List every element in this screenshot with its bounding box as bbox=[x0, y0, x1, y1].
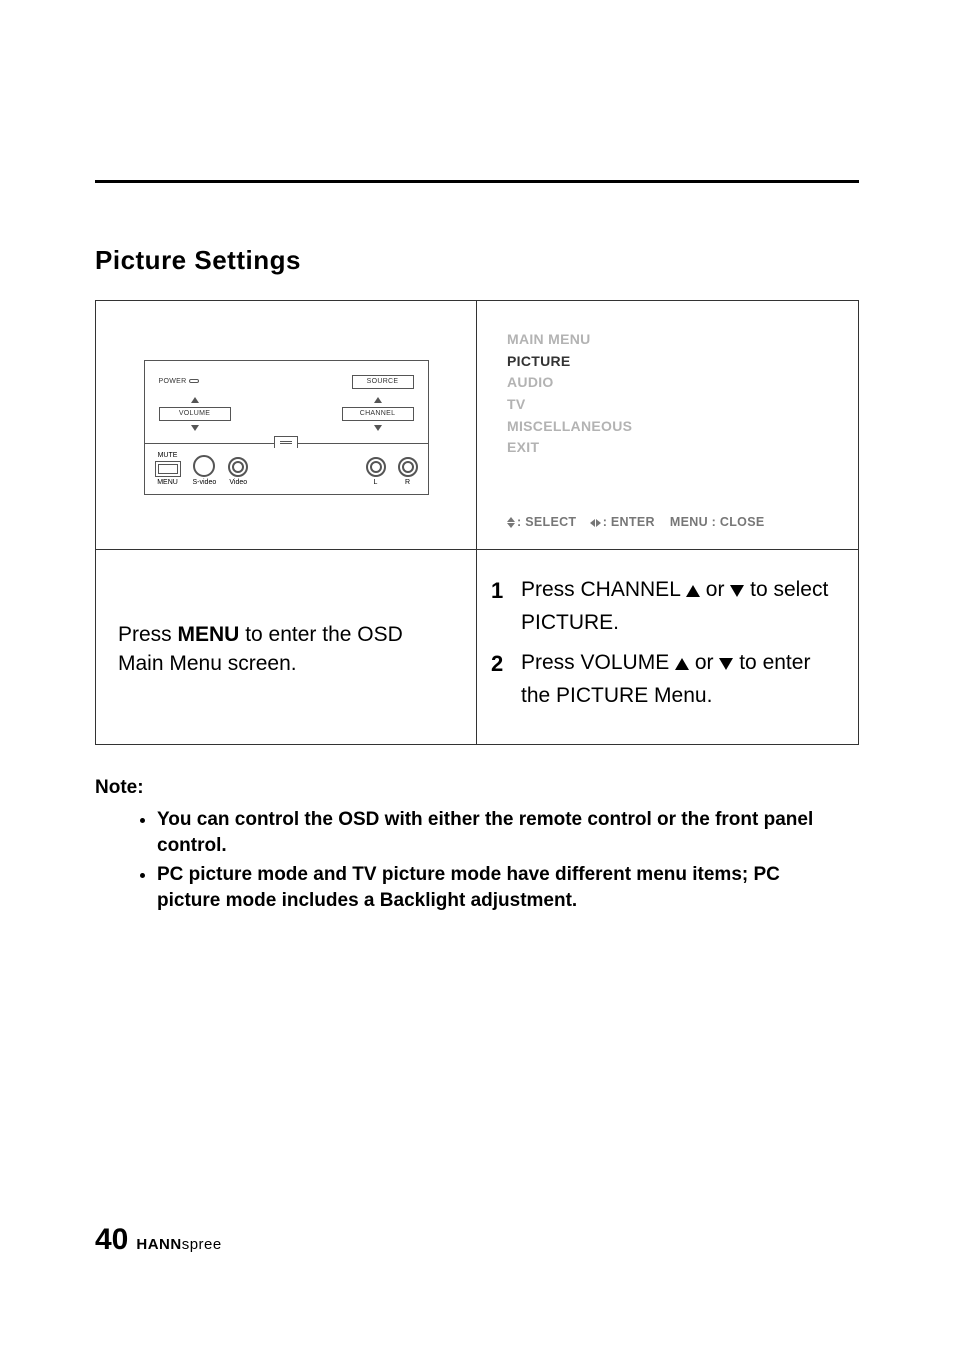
video-port-icon bbox=[228, 457, 248, 477]
osd-menu-cell: MAIN MENU PICTURE AUDIO TV MISCELLANEOUS… bbox=[477, 301, 858, 550]
brand-logo: HANNspree bbox=[136, 1236, 221, 1253]
step-2: 2 Press VOLUME or to enter the PICTURE M… bbox=[491, 647, 836, 712]
menu-label: MENU bbox=[157, 479, 178, 486]
left-right-icon bbox=[590, 519, 601, 527]
power-led-icon bbox=[189, 379, 199, 383]
horizontal-rule bbox=[95, 180, 859, 183]
mute-label: MUTE bbox=[158, 452, 178, 459]
osd-item-audio: AUDIO bbox=[507, 372, 836, 394]
down-arrow-icon bbox=[719, 658, 733, 670]
osd-item-exit: EXIT bbox=[507, 437, 836, 459]
osd-menu: MAIN MENU PICTURE AUDIO TV MISCELLANEOUS… bbox=[507, 329, 836, 459]
hinge-icon bbox=[274, 436, 298, 448]
mute-button bbox=[155, 461, 181, 477]
up-arrow-icon bbox=[675, 658, 689, 670]
step-text: Press VOLUME or to enter the PICTURE Men… bbox=[521, 647, 836, 712]
audio-l-label: L bbox=[374, 479, 378, 486]
right-steps: 1 Press CHANNEL or to select PICTURE. 2 … bbox=[477, 550, 858, 744]
osd-item-tv: TV bbox=[507, 394, 836, 416]
up-down-icon bbox=[507, 517, 515, 528]
panel-diagram: POWER SOURCE VOLUME CHANNEL bbox=[144, 360, 429, 495]
channel-control: CHANNEL bbox=[342, 397, 414, 431]
svideo-port-icon bbox=[193, 455, 215, 477]
audio-r-label: R bbox=[405, 479, 410, 486]
power-label: POWER bbox=[159, 378, 200, 385]
step-number: 2 bbox=[491, 647, 507, 712]
note-item: You can control the OSD with either the … bbox=[157, 807, 859, 858]
osd-item-picture: PICTURE bbox=[507, 351, 836, 373]
page-footer: 40 HANNspree bbox=[95, 1223, 222, 1257]
step-1: 1 Press CHANNEL or to select PICTURE. bbox=[491, 574, 836, 639]
osd-hint: : SELECT : ENTER MENU : CLOSE bbox=[507, 515, 836, 529]
video-label: Video bbox=[229, 479, 247, 486]
page-number: 40 bbox=[95, 1223, 128, 1257]
panel-diagram-cell: POWER SOURCE VOLUME CHANNEL bbox=[96, 301, 477, 550]
step-number: 1 bbox=[491, 574, 507, 639]
note-title: Note: bbox=[95, 775, 859, 801]
ports-diagram: MUTE MENU S-video Video L bbox=[144, 443, 429, 495]
osd-title: MAIN MENU bbox=[507, 329, 836, 351]
note-block: Note: You can control the OSD with eithe… bbox=[95, 775, 859, 913]
note-item: PC picture mode and TV picture mode have… bbox=[157, 862, 859, 913]
down-arrow-icon bbox=[730, 585, 744, 597]
note-list: You can control the OSD with either the … bbox=[157, 807, 859, 914]
instruction-grid: POWER SOURCE VOLUME CHANNEL bbox=[95, 300, 859, 745]
source-button: SOURCE bbox=[352, 375, 414, 389]
svideo-label: S-video bbox=[193, 479, 217, 486]
step-text: Press CHANNEL or to select PICTURE. bbox=[521, 574, 836, 639]
audio-r-port-icon bbox=[398, 457, 418, 477]
volume-up-icon bbox=[191, 397, 199, 403]
channel-down-icon bbox=[374, 425, 382, 431]
volume-down-icon bbox=[191, 425, 199, 431]
channel-up-icon bbox=[374, 397, 382, 403]
volume-label: VOLUME bbox=[159, 407, 231, 421]
audio-l-port-icon bbox=[366, 457, 386, 477]
volume-control: VOLUME bbox=[159, 397, 231, 431]
up-arrow-icon bbox=[686, 585, 700, 597]
section-title: Picture Settings bbox=[95, 245, 859, 276]
osd-item-misc: MISCELLANEOUS bbox=[507, 416, 836, 438]
channel-label: CHANNEL bbox=[342, 407, 414, 421]
left-instruction: Press MENU to enter the OSD Main Menu sc… bbox=[96, 550, 477, 744]
